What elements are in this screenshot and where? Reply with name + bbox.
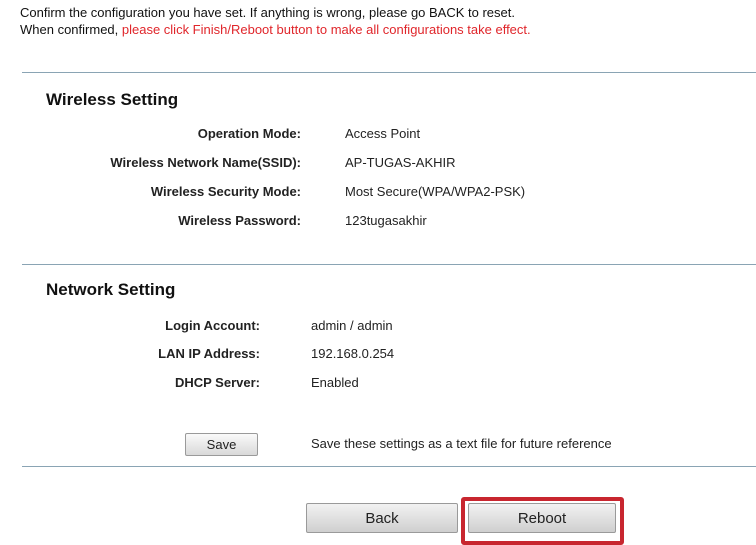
wireless-password-label: Wireless Password: [178,213,301,228]
wireless-setting-title: Wireless Setting [46,90,179,109]
ssid-label: Wireless Network Name(SSID): [110,155,301,170]
save-note: Save these settings as a text file for f… [311,436,612,451]
section-divider [22,72,756,73]
lan-ip-value: 192.168.0.254 [311,346,395,361]
wireless-password-value: 123tugasakhir [345,213,427,228]
section-divider [22,264,756,265]
confirmation-message: Confirm the configuration you have set. … [20,4,756,38]
security-mode-value: Most Secure(WPA/WPA2-PSK) [345,184,526,199]
dhcp-server-label: DHCP Server: [174,375,260,390]
login-account-label: Login Account: [165,318,260,333]
operation-mode-label: Operation Mode: [197,126,301,141]
login-account-value: admin / admin [311,318,393,333]
confirmation-line-1: Confirm the configuration you have set. … [20,5,515,20]
confirmation-prefix: When confirmed, [20,22,122,37]
save-button[interactable]: Save [185,433,258,456]
network-setting-title: Network Setting [46,280,176,299]
reboot-warning-text: please click Finish/Reboot button to mak… [121,22,531,37]
dhcp-server-value: Enabled [311,375,359,390]
ssid-value: AP-TUGAS-AKHIR [345,155,456,170]
section-divider [22,466,756,467]
reboot-button[interactable]: Reboot [468,503,616,533]
operation-mode-value: Access Point [345,126,421,141]
confirmation-line-2: When confirmed, please click Finish/Rebo… [20,21,756,38]
security-mode-label: Wireless Security Mode: [150,184,301,199]
back-button[interactable]: Back [306,503,458,533]
lan-ip-label: LAN IP Address: [158,346,260,361]
